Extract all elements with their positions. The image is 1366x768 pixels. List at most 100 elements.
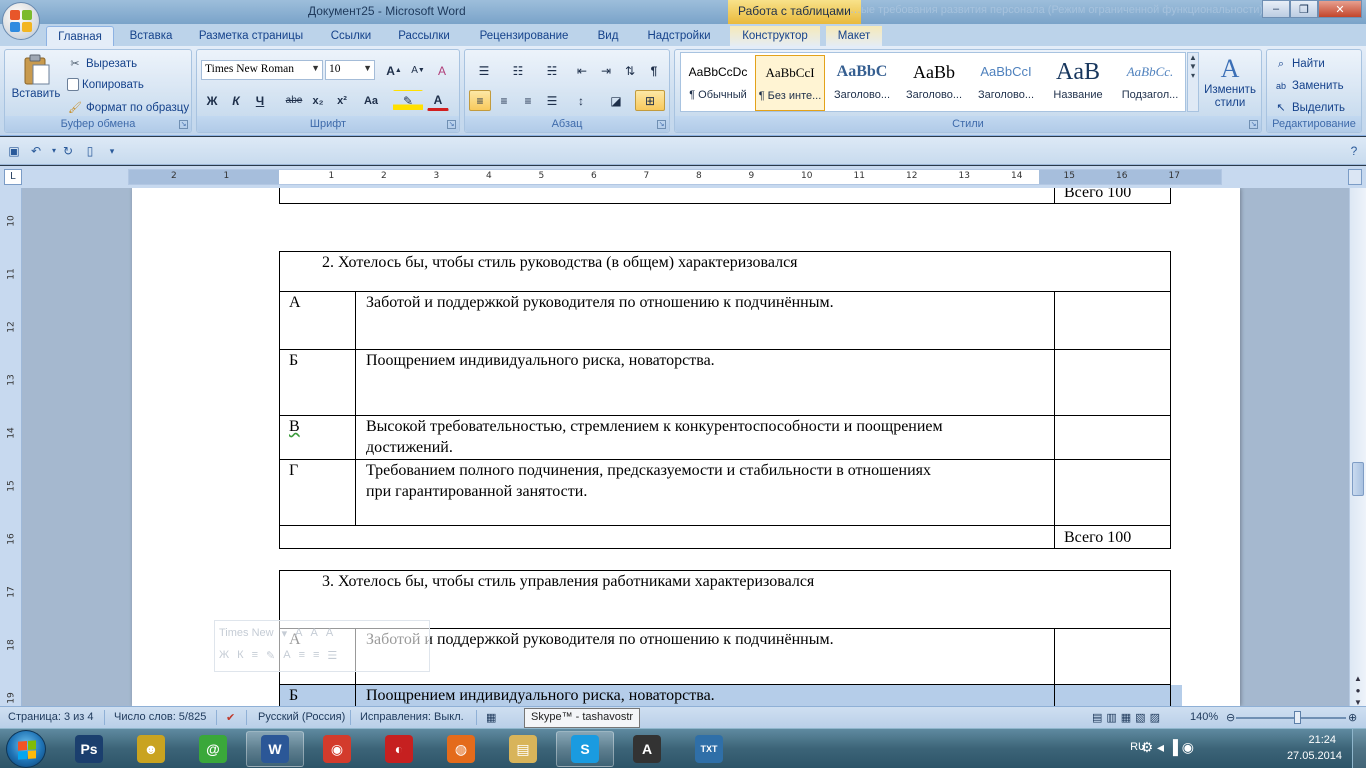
borders-button[interactable]: ⊞ [635,90,665,111]
font-color-button[interactable]: A [427,90,449,111]
zoom-level[interactable]: 140% [1190,711,1218,723]
prev-page-icon[interactable]: ▲ [1352,674,1364,686]
tab-page-layout[interactable]: Разметка страницы [190,26,312,46]
subscript-button[interactable]: x₂ [307,90,329,111]
justify-button[interactable]: ☰ [541,90,563,111]
taskbar-mail-agent[interactable]: @ [184,731,242,767]
help-icon[interactable]: ? [1346,143,1362,159]
copy-button[interactable]: Копировать [67,78,144,91]
tab-view[interactable]: Вид [590,26,626,46]
superscript-button[interactable]: x² [331,90,353,111]
align-left-button[interactable]: ≡ [469,90,491,111]
bold-button[interactable]: Ж [201,90,223,111]
show-marks-button[interactable]: ¶ [643,60,665,81]
paragraph-launcher[interactable]: ↘ [657,120,666,129]
multilevel-list-button[interactable]: ☵ [537,60,567,81]
word-count[interactable]: Число слов: 5/825 [114,711,206,723]
tray-icons[interactable]: ⚙ ◂ ▐ ◉ [1141,739,1194,756]
show-desktop-button[interactable] [1352,729,1366,768]
taskbar-skype[interactable]: S [556,731,614,767]
tab-references[interactable]: Ссылки [322,26,380,46]
tab-table-layout[interactable]: Макет [826,26,882,46]
style-normal[interactable]: AaBbCcDc ¶ Обычный [683,55,753,111]
clock-time[interactable]: 21:24 [1308,734,1336,746]
format-painter-button[interactable]: 🖌 Формат по образцу [67,100,189,116]
office-button[interactable] [2,2,40,40]
highlight-button[interactable]: ✎ [393,90,423,111]
taskbar-fonts[interactable]: A [618,731,676,767]
macro-icon[interactable]: ▦ [486,711,496,724]
mini-font-combo[interactable]: Times New [219,627,274,640]
new-document-icon[interactable]: ▯ [82,143,98,159]
clear-format-button[interactable]: A [431,60,453,81]
strikethrough-button[interactable]: abe [283,90,305,111]
change-case-button[interactable]: Aa [357,90,385,111]
next-page-icon[interactable]: ▼ [1352,698,1364,706]
taskbar-chrome[interactable]: ◉ [308,731,366,767]
italic-button[interactable]: К [225,90,247,111]
track-changes-indicator[interactable]: Исправления: Выкл. [360,711,464,723]
undo-icon[interactable]: ↶ [28,143,44,159]
view-ruler-button[interactable] [1348,169,1362,185]
taskbar-word[interactable]: W [246,731,304,767]
font-family-combo[interactable]: Times New Roman ▼ [201,60,323,80]
tab-insert[interactable]: Вставка [120,26,182,46]
horizontal-ruler[interactable]: 3211234567891011121314151617 [128,169,1222,185]
language-indicator[interactable]: Русский (Россия) [258,711,345,723]
replace-button[interactable]: ab Заменить [1273,78,1344,94]
font-launcher[interactable]: ↘ [447,120,456,129]
zoom-in-icon[interactable]: ⊕ [1348,711,1357,724]
scrollbar-thumb[interactable] [1352,462,1364,496]
grow-font-button[interactable]: A ▲ [383,60,405,81]
change-styles-button[interactable]: A Изменить стили [1204,54,1256,110]
shrink-font-button[interactable]: A ▼ [407,60,429,81]
mini-toolbar[interactable]: Times New ▾ A A A Ж К ≡ ✎ A ≡ ≡ ☰ [214,620,430,672]
align-right-button[interactable]: ≡ [517,90,539,111]
increase-indent-button[interactable]: ⇥ [595,60,617,81]
align-center-button[interactable]: ≡ [493,90,515,111]
numbering-button[interactable]: ☷ [503,60,533,81]
customize-qat-icon[interactable]: ▾ [104,143,120,159]
shading-button[interactable]: ◪ [601,90,631,111]
zoom-out-icon[interactable]: ⊖ [1226,711,1235,724]
taskbar-explorer[interactable]: ▤ [494,731,552,767]
style-heading-2[interactable]: AaBb Заголово... [899,55,969,111]
tab-addins[interactable]: Надстройки [636,26,722,46]
page-indicator[interactable]: Страница: 3 из 4 [8,711,94,723]
styles-launcher[interactable]: ↘ [1249,120,1258,129]
sort-button[interactable]: ⇅ [619,60,641,81]
zoom-slider[interactable] [1236,717,1346,719]
minimize-button[interactable]: – [1262,0,1290,18]
proofing-icon[interactable]: ✔ [226,711,235,724]
cut-button[interactable]: ✂ Вырезать [67,56,137,72]
redo-icon[interactable]: ↻ [60,143,76,159]
tab-table-design[interactable]: Конструктор [730,26,820,46]
style-heading-1[interactable]: AaBbC Заголово... [827,55,897,111]
save-icon[interactable]: ▣ [6,143,22,159]
tab-home[interactable]: Главная [46,26,114,46]
style-title[interactable]: AaB Название [1043,55,1113,111]
taskbar-firefox[interactable]: ◍ [432,731,490,767]
scroll-up-icon[interactable]: ▲ [1352,188,1364,190]
zoom-slider-knob[interactable] [1294,711,1301,724]
close-button[interactable]: ✕ [1318,0,1362,18]
decrease-indent-button[interactable]: ⇤ [571,60,593,81]
gallery-scroll[interactable]: ▲ ▼ ▾ [1187,52,1199,112]
tab-selector[interactable]: L [4,169,22,185]
taskbar-photoshop[interactable]: Ps [60,731,118,767]
style-no-spacing[interactable]: AaBbCcI ¶ Без инте... [755,55,825,111]
tab-mailings[interactable]: Рассылки [390,26,458,46]
select-button[interactable]: ↖ Выделить [1273,100,1345,116]
start-button[interactable] [6,730,46,768]
taskbar-screencast[interactable]: ◐ [370,731,428,767]
view-buttons[interactable]: ▤▥▦▧▨ [1092,711,1164,724]
bullets-button[interactable]: ☰ [469,60,499,81]
clock-date[interactable]: 27.05.2014 [1287,750,1342,762]
tab-review[interactable]: Рецензирование [468,26,580,46]
paste-button[interactable]: Вставить [9,54,63,100]
taskbar-txt-ru[interactable]: TXT [680,731,738,767]
style-subtitle[interactable]: AaBbCc. Подзагол... [1115,55,1185,111]
font-size-combo[interactable]: 10 ▼ [325,60,375,80]
clipboard-launcher[interactable]: ↘ [179,120,188,129]
underline-button[interactable]: Ч [249,90,271,111]
